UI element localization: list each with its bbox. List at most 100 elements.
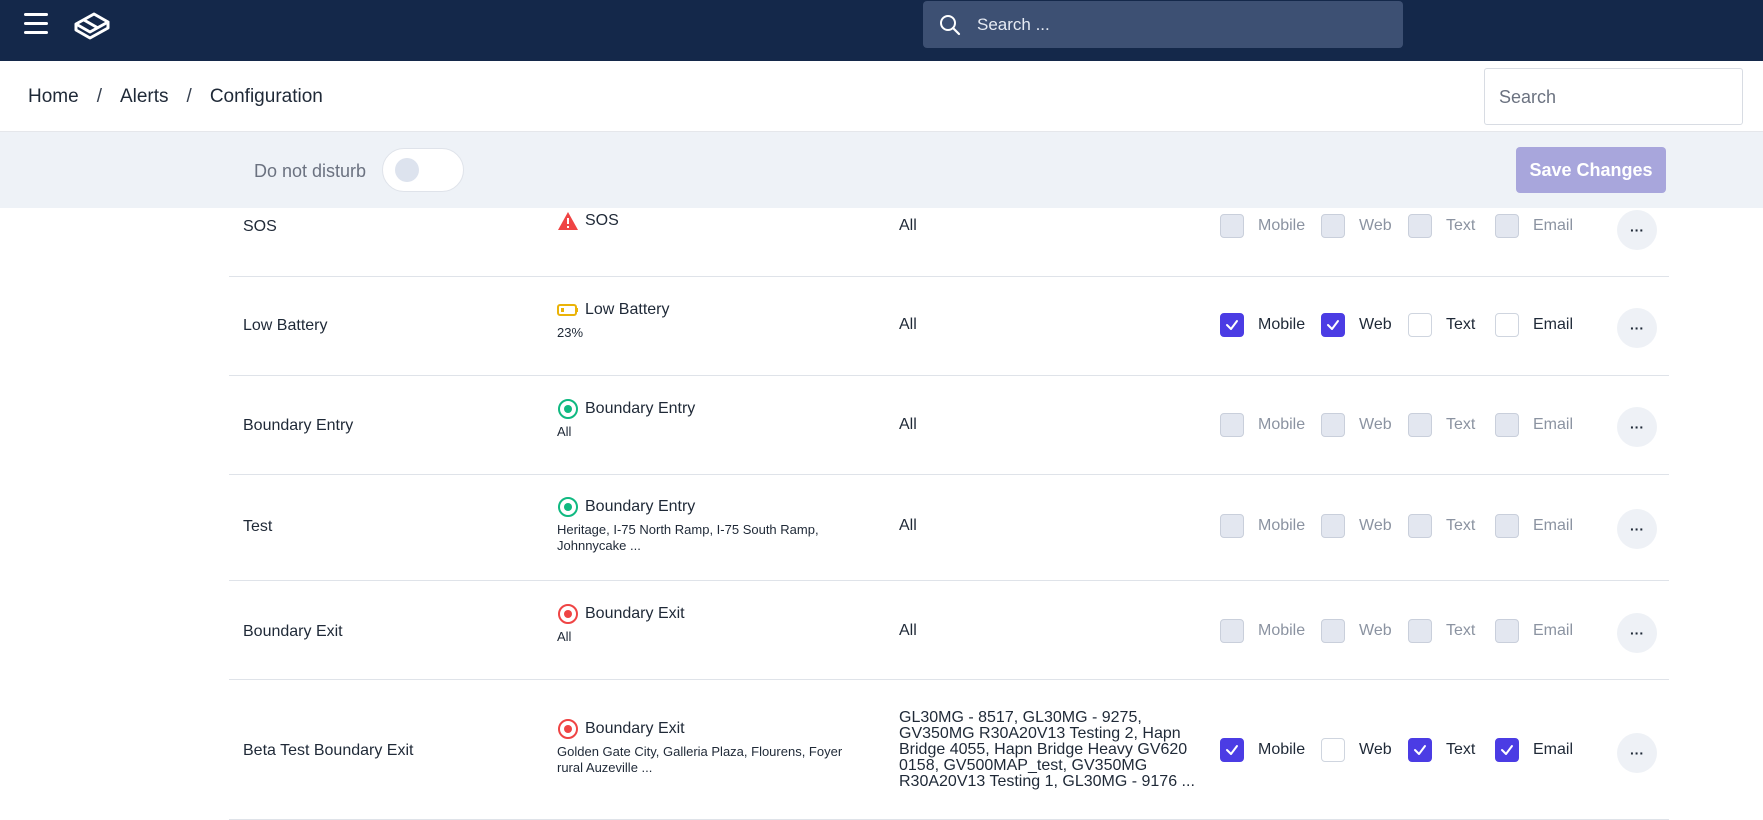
mobile-checkbox[interactable] [1220, 313, 1244, 337]
web-checkbox[interactable] [1321, 738, 1345, 762]
channel-web: Web [1321, 214, 1408, 238]
alert-scope: All [899, 217, 917, 234]
more-options-button[interactable]: ··· [1617, 733, 1657, 773]
alert-type-label: Boundary Entry [585, 498, 696, 515]
channel-mobile[interactable]: Mobile [1220, 313, 1321, 337]
email-checkbox[interactable] [1495, 313, 1519, 337]
alert-name: Test [243, 518, 273, 535]
text-checkbox[interactable] [1408, 738, 1432, 762]
alert-type: Boundary Exit Golden Gate City, Galleria… [557, 718, 857, 776]
alert-row: Boundary Entry Boundary Entry All All Mo… [229, 376, 1669, 475]
channel-options: Mobile Web Text Email [1220, 413, 1582, 437]
text-checkbox[interactable] [1408, 313, 1432, 337]
do-not-disturb-label: Do not disturb [254, 161, 367, 181]
text-label: Text [1446, 622, 1476, 639]
web-checkbox [1321, 514, 1345, 538]
alert-type-label: Boundary Exit [585, 605, 685, 622]
web-checkbox [1321, 619, 1345, 643]
web-checkbox[interactable] [1321, 313, 1345, 337]
mobile-label: Mobile [1258, 517, 1306, 534]
alert-type: Boundary Exit All [557, 603, 857, 645]
alert-type-title: Boundary Entry [557, 496, 857, 518]
channel-email: Email [1495, 413, 1582, 437]
channel-mobile: Mobile [1220, 214, 1321, 238]
alert-scope: All [899, 622, 917, 639]
web-label: Web [1359, 517, 1392, 534]
more-options-button[interactable]: ··· [1617, 613, 1657, 653]
toolbar: Do not disturb Save Changes [0, 132, 1763, 208]
channel-web[interactable]: Web [1321, 738, 1408, 762]
ellipsis-icon: ··· [1630, 521, 1644, 537]
channel-web[interactable]: Web [1321, 313, 1408, 337]
boundary-entry-icon [557, 398, 579, 420]
email-checkbox [1495, 514, 1519, 538]
email-label: Email [1533, 217, 1574, 234]
save-changes-button[interactable]: Save Changes [1516, 147, 1666, 193]
alert-scope: All [899, 316, 917, 333]
alert-scope: GL30MG - 8517, GL30MG - 9275, GV350MG R3… [899, 709, 1195, 790]
alert-type-label: SOS [585, 212, 619, 229]
breadcrumb-separator: / [96, 86, 102, 107]
web-label: Web [1359, 416, 1392, 433]
alert-type: SOS [557, 210, 619, 232]
text-checkbox [1408, 214, 1432, 238]
channel-email: Email [1495, 619, 1582, 643]
breadcrumb: Home / Alerts / Configuration [28, 86, 323, 108]
channel-email[interactable]: Email [1495, 313, 1582, 337]
channel-mobile: Mobile [1220, 619, 1321, 643]
alert-type-label: Low Battery [585, 301, 670, 318]
alert-type: Boundary Entry All [557, 398, 857, 440]
alert-type-label: Boundary Exit [585, 720, 685, 737]
mobile-checkbox[interactable] [1220, 738, 1244, 762]
channel-mobile: Mobile [1220, 413, 1321, 437]
alert-list: SOS SOS All Mobile Web Text Email ··· Low… [229, 208, 1669, 820]
alert-type-detail: All [557, 629, 572, 644]
top-navbar [0, 0, 1763, 61]
web-label: Web [1359, 316, 1392, 333]
app-logo[interactable] [72, 8, 112, 42]
alert-type-title: Boundary Exit [557, 718, 857, 740]
channel-text: Text [1408, 413, 1495, 437]
email-checkbox[interactable] [1495, 738, 1519, 762]
text-label: Text [1446, 416, 1476, 433]
channel-options: Mobile Web Text Email [1220, 214, 1582, 238]
web-label: Web [1359, 217, 1392, 234]
search-icon [940, 14, 961, 35]
mobile-checkbox [1220, 619, 1244, 643]
email-checkbox [1495, 413, 1519, 437]
ellipsis-icon: ··· [1630, 222, 1644, 238]
more-options-button[interactable]: ··· [1617, 308, 1657, 348]
more-options-button[interactable]: ··· [1617, 509, 1657, 549]
alert-type-detail: 23% [557, 325, 584, 340]
channel-text[interactable]: Text [1408, 738, 1495, 762]
text-checkbox [1408, 619, 1432, 643]
breadcrumb-alerts[interactable]: Alerts [120, 86, 169, 108]
ellipsis-icon: ··· [1630, 320, 1644, 336]
toggle-knob [395, 158, 419, 182]
mobile-checkbox [1220, 413, 1244, 437]
text-label: Text [1446, 741, 1476, 758]
mobile-label: Mobile [1258, 316, 1306, 333]
do-not-disturb-toggle[interactable] [382, 148, 464, 192]
global-search-input[interactable] [977, 14, 1377, 35]
email-checkbox [1495, 214, 1519, 238]
global-search[interactable] [923, 1, 1403, 48]
page-header: Home / Alerts / Configuration [0, 61, 1763, 132]
ellipsis-icon: ··· [1630, 419, 1644, 435]
email-label: Email [1533, 416, 1574, 433]
page-search-input[interactable] [1499, 87, 1729, 108]
channel-email[interactable]: Email [1495, 738, 1582, 762]
channel-text[interactable]: Text [1408, 313, 1495, 337]
menu-icon[interactable] [24, 13, 48, 35]
ellipsis-icon: ··· [1630, 745, 1644, 761]
more-options-button[interactable]: ··· [1617, 407, 1657, 447]
text-label: Text [1446, 517, 1476, 534]
breadcrumb-home[interactable]: Home [28, 86, 79, 108]
alert-row: SOS SOS All Mobile Web Text Email ··· [229, 208, 1669, 277]
channel-text: Text [1408, 514, 1495, 538]
page-search[interactable] [1484, 68, 1743, 125]
channel-mobile[interactable]: Mobile [1220, 738, 1321, 762]
more-options-button[interactable]: ··· [1617, 210, 1657, 250]
mobile-label: Mobile [1258, 416, 1306, 433]
breadcrumb-separator: / [186, 86, 192, 107]
